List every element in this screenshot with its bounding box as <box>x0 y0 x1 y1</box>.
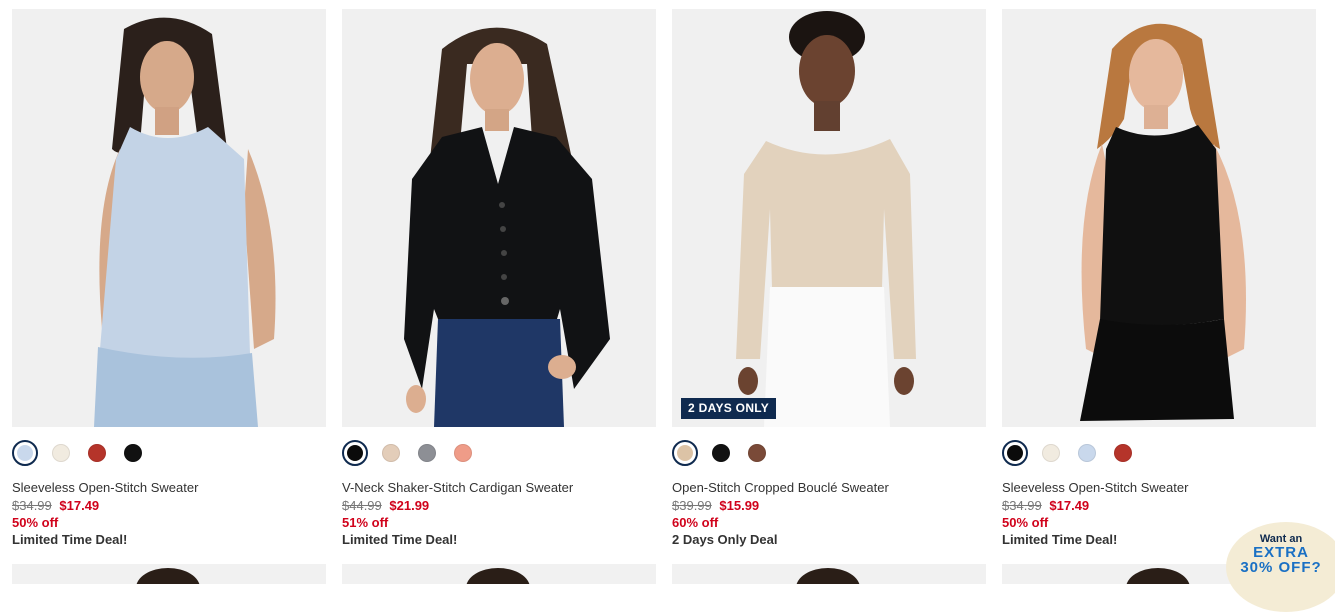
sale-price: $15.99 <box>719 498 760 513</box>
next-product-image[interactable] <box>342 564 656 584</box>
product-image[interactable] <box>12 9 326 427</box>
deal-label: Limited Time Deal! <box>1002 532 1118 547</box>
product-image[interactable]: 2 DAYS ONLY <box>672 9 986 427</box>
product-card[interactable]: Sleeveless Open-Stitch Sweater $34.99 $1… <box>12 9 326 547</box>
swatch[interactable] <box>382 444 400 462</box>
swatch[interactable] <box>52 444 70 462</box>
product-name[interactable]: Open-Stitch Cropped Bouclé Sweater <box>672 480 889 495</box>
swatch[interactable] <box>454 444 472 462</box>
original-price: $34.99 <box>1002 498 1042 513</box>
product-card[interactable]: 2 DAYS ONLY Open-Stitch Cropped Bouclé S… <box>672 9 986 547</box>
swatch-selected[interactable] <box>342 440 368 466</box>
product-name[interactable]: Sleeveless Open-Stitch Sweater <box>12 480 198 495</box>
swatch[interactable] <box>1042 444 1060 462</box>
swatch[interactable] <box>712 444 730 462</box>
original-price: $39.99 <box>672 498 712 513</box>
sale-price: $21.99 <box>389 498 430 513</box>
original-price: $44.99 <box>342 498 382 513</box>
limited-badge: 2 DAYS ONLY <box>681 398 777 419</box>
discount-percent: 50% off <box>12 515 59 530</box>
swatch-selected[interactable] <box>12 440 38 466</box>
product-name[interactable]: V-Neck Shaker-Stitch Cardigan Sweater <box>342 480 573 495</box>
swatch-selected[interactable] <box>1002 440 1028 466</box>
next-product-image[interactable] <box>12 564 326 584</box>
product-card[interactable]: Sleeveless Open-Stitch Sweater $34.99 $1… <box>1002 9 1316 547</box>
discount-percent: 51% off <box>342 515 389 530</box>
product-card[interactable]: V-Neck Shaker-Stitch Cardigan Sweater $4… <box>342 9 656 547</box>
deal-label: Limited Time Deal! <box>342 532 458 547</box>
swatch[interactable] <box>88 444 106 462</box>
color-swatches <box>1002 440 1150 466</box>
product-name[interactable]: Sleeveless Open-Stitch Sweater <box>1002 480 1188 495</box>
discount-percent: 60% off <box>672 515 719 530</box>
swatch-selected[interactable] <box>672 440 698 466</box>
color-swatches <box>342 440 490 466</box>
product-image[interactable] <box>342 9 656 427</box>
discount-percent: 50% off <box>1002 515 1049 530</box>
product-image[interactable] <box>1002 9 1316 427</box>
price-row: $39.99 $15.99 <box>672 498 759 513</box>
deal-label: Limited Time Deal! <box>12 532 128 547</box>
swatch[interactable] <box>1078 444 1096 462</box>
color-swatches <box>12 440 160 466</box>
original-price: $34.99 <box>12 498 52 513</box>
extra-discount-promo[interactable]: Want an EXTRA 30% OFF? <box>1226 522 1335 612</box>
next-product-image[interactable] <box>672 564 986 584</box>
color-swatches <box>672 440 784 466</box>
price-row: $44.99 $21.99 <box>342 498 429 513</box>
price-row: $34.99 $17.49 <box>12 498 99 513</box>
swatch[interactable] <box>1114 444 1132 462</box>
sale-price: $17.49 <box>59 498 100 513</box>
swatch[interactable] <box>748 444 766 462</box>
product-grid: Sleeveless Open-Stitch Sweater $34.99 $1… <box>0 0 1335 579</box>
promo-line-3: 30% OFF? <box>1240 559 1322 576</box>
swatch[interactable] <box>418 444 436 462</box>
price-row: $34.99 $17.49 <box>1002 498 1089 513</box>
swatch[interactable] <box>124 444 142 462</box>
sale-price: $17.49 <box>1049 498 1090 513</box>
deal-label: 2 Days Only Deal <box>672 532 778 547</box>
